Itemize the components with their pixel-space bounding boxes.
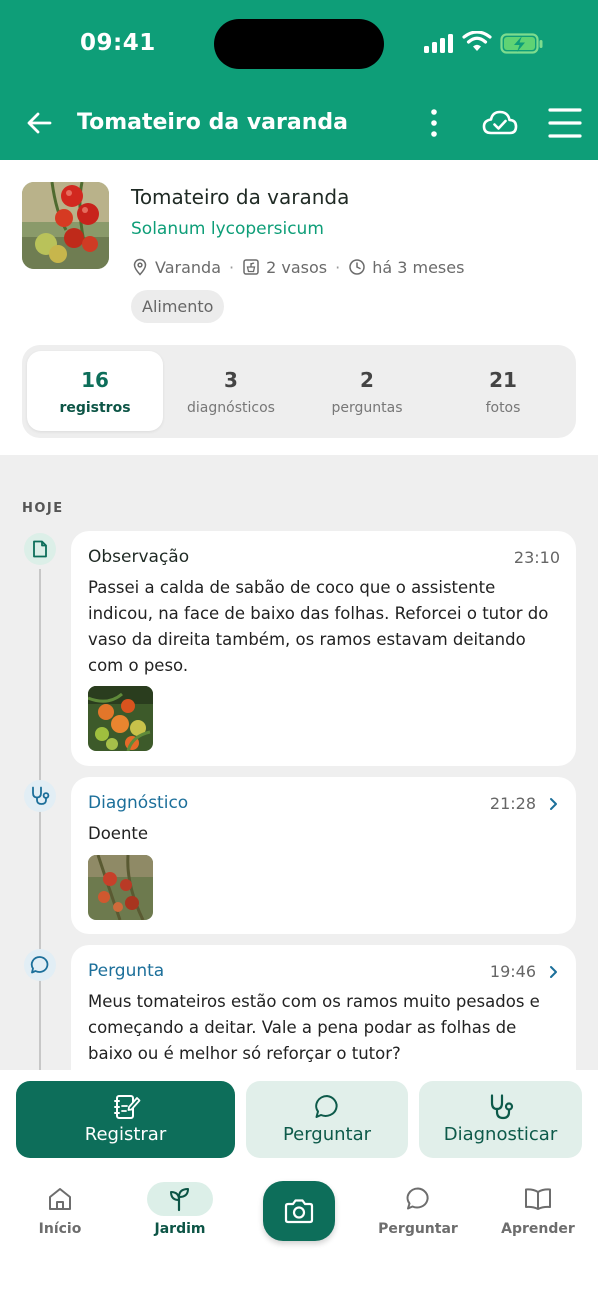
- timeline-line: [39, 569, 41, 1075]
- chat-bubble-icon: [315, 1095, 338, 1118]
- entry-type: Observação: [88, 547, 190, 567]
- stethoscope-icon: [32, 786, 50, 805]
- entry-time-text: 23:10: [513, 548, 560, 567]
- diagnose-button-label: Diagnosticar: [443, 1124, 558, 1145]
- ask-button-label: Perguntar: [282, 1124, 372, 1145]
- open-book-icon: [525, 1188, 551, 1210]
- plant-location: Varanda: [155, 257, 221, 277]
- nav-item-ask[interactable]: Perguntar: [368, 1182, 468, 1237]
- note-icon: [33, 540, 47, 558]
- nav-item-home[interactable]: Início: [10, 1182, 110, 1237]
- dynamic-island: [214, 19, 384, 69]
- entry-photo[interactable]: [88, 686, 153, 751]
- camera-icon: [284, 1199, 314, 1224]
- entry-time-text: 19:46: [489, 962, 536, 981]
- timeline-marker: [24, 780, 56, 812]
- plant-category-tag: Alimento: [131, 290, 225, 323]
- cellular-signal-icon: [424, 33, 454, 53]
- plant-photo[interactable]: [22, 182, 109, 269]
- plant-name: Tomateiro da varanda: [131, 185, 350, 209]
- chat-bubble-icon: [406, 1187, 429, 1210]
- cloud-synced-icon[interactable]: [482, 109, 518, 137]
- entry-time: 23:10: [514, 548, 560, 567]
- more-vertical-icon[interactable]: [422, 108, 446, 138]
- stat-value: 16: [81, 368, 109, 392]
- stat-value: 21: [489, 368, 517, 392]
- timeline-marker: [24, 949, 56, 981]
- stat-value: 3: [224, 368, 238, 392]
- plant-age: há 3 meses: [372, 257, 465, 277]
- meta-separator: ·: [335, 257, 341, 277]
- stat-label: fotos: [485, 400, 521, 416]
- nav-icon-container: [27, 1182, 93, 1216]
- timeline-marker: [24, 533, 56, 565]
- back-arrow-icon[interactable]: [24, 108, 54, 138]
- stat-label: registros: [59, 400, 131, 416]
- bottom-navigation: Início Jardim Perguntar Aprender: [0, 1170, 598, 1300]
- chevron-right-icon: [550, 797, 557, 810]
- nav-label: Jardim: [154, 1221, 206, 1237]
- nav-label: Aprender: [501, 1221, 575, 1237]
- timeline-entry-question[interactable]: Pergunta 19:46 Meus tomateiros estão com…: [71, 945, 576, 1075]
- nav-icon-container: [505, 1182, 571, 1216]
- home-icon: [49, 1188, 71, 1210]
- chat-bubble-icon: [30, 956, 49, 974]
- entry-type: Pergunta: [88, 961, 165, 981]
- entry-type: Diagnóstico: [88, 793, 189, 813]
- wifi-icon: [462, 31, 492, 51]
- timeline-entry-diagnosis[interactable]: Diagnóstico 21:28 Doente: [71, 777, 576, 934]
- nav-item-learn[interactable]: Aprender: [488, 1182, 588, 1237]
- app-header: 09:41 Tomateiro da varanda: [0, 0, 598, 160]
- tab-perguntas[interactable]: 2 perguntas: [299, 351, 435, 431]
- pot-icon: [243, 259, 259, 275]
- day-label: HOJE: [22, 501, 64, 516]
- tab-registros[interactable]: 16 registros: [27, 351, 163, 431]
- plant-scientific-name: Solanum lycopersicum: [131, 219, 324, 239]
- notebook-edit-icon: [113, 1095, 140, 1119]
- stat-value: 2: [360, 368, 374, 392]
- tab-fotos[interactable]: 21 fotos: [435, 351, 571, 431]
- entry-time: 21:28: [490, 794, 560, 813]
- plant-pots: 2 vasos: [266, 257, 328, 277]
- nav-label: Início: [38, 1221, 82, 1237]
- camera-button[interactable]: [263, 1181, 335, 1241]
- page-title: Tomateiro da varanda: [77, 110, 348, 135]
- plant-meta-row: Varanda · 2 vasos · há 3 meses: [131, 255, 464, 279]
- timeline-entry-observation[interactable]: Observação 23:10 Passei a calda de sabão…: [71, 531, 576, 766]
- nav-item-garden[interactable]: Jardim: [130, 1182, 230, 1237]
- chevron-right-icon: [550, 965, 557, 978]
- action-bar: Registrar Perguntar Diagnosticar: [0, 1070, 598, 1170]
- entry-photo[interactable]: [88, 855, 153, 920]
- entry-time-text: 21:28: [489, 794, 536, 813]
- stat-label: perguntas: [331, 400, 403, 416]
- stats-tabs: 16 registros 3 diagnósticos 2 perguntas …: [22, 345, 576, 438]
- status-time: 09:41: [80, 30, 156, 56]
- clock-icon: [349, 259, 365, 275]
- location-pin-icon: [133, 258, 147, 276]
- stethoscope-icon: [490, 1094, 513, 1120]
- diagnose-button[interactable]: Diagnosticar: [419, 1081, 582, 1158]
- entry-text: Doente: [88, 824, 149, 843]
- entry-time: 19:46: [490, 962, 560, 981]
- entry-text: Passei a calda de sabão de coco que o as…: [88, 578, 549, 675]
- ask-button[interactable]: Perguntar: [246, 1081, 408, 1158]
- sprout-icon: [170, 1188, 189, 1212]
- nav-label: Perguntar: [378, 1221, 458, 1237]
- battery-charging-icon: [500, 33, 543, 54]
- meta-separator: ·: [229, 257, 235, 277]
- stat-label: diagnósticos: [187, 400, 275, 416]
- nav-icon-container: [385, 1182, 451, 1216]
- hamburger-menu-icon[interactable]: [548, 106, 582, 140]
- nav-icon-container: [147, 1182, 213, 1216]
- timeline: HOJE Observação 23:10 Passei a calda de …: [0, 455, 598, 1075]
- entry-text: Meus tomateiros estão com os ramos muito…: [88, 992, 540, 1063]
- register-button[interactable]: Registrar: [16, 1081, 235, 1158]
- tab-diagnosticos[interactable]: 3 diagnósticos: [163, 351, 299, 431]
- register-button-label: Registrar: [84, 1124, 167, 1145]
